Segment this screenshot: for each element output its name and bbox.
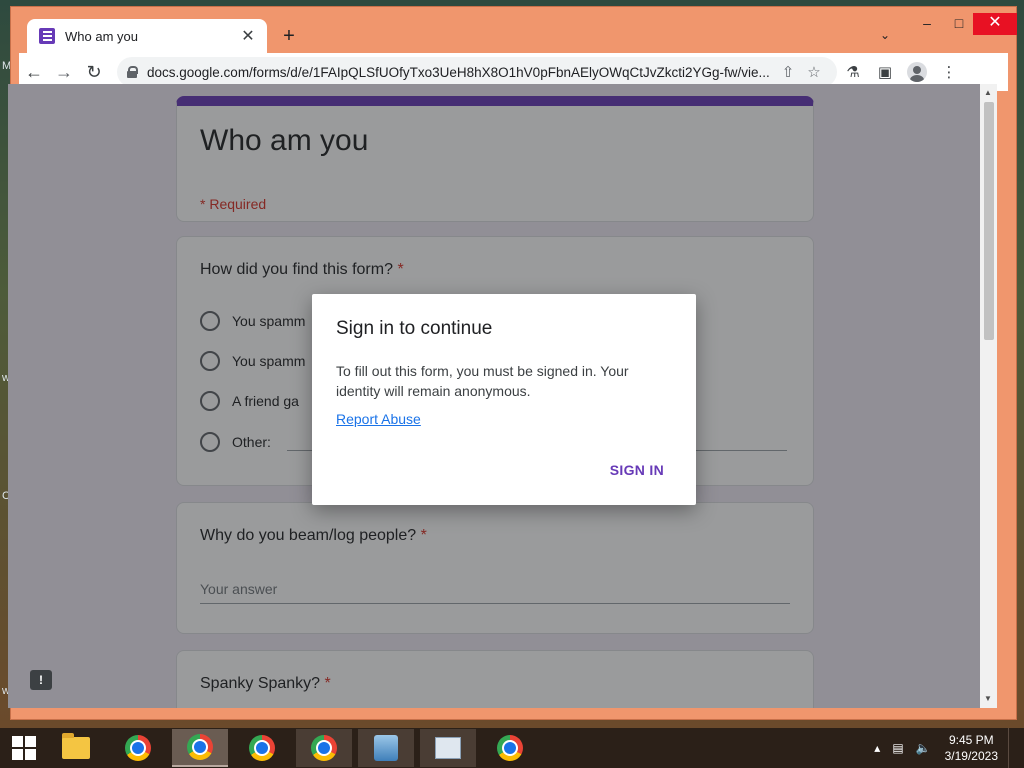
lock-icon[interactable] [127, 66, 138, 78]
network-icon[interactable]: ▤ [892, 741, 903, 755]
volume-icon[interactable]: 🔈 [916, 741, 931, 755]
tab-who-am-you[interactable]: Who am you ✕ [27, 19, 267, 53]
reload-button[interactable]: ↻ [79, 62, 109, 83]
chrome-profile-icon [497, 735, 523, 761]
share-icon[interactable]: ⇧ [775, 63, 801, 81]
show-desktop-button[interactable] [1008, 728, 1024, 768]
chrome-icon [311, 735, 337, 761]
profile-avatar-icon[interactable] [907, 62, 927, 82]
taskbar-chrome-pinned[interactable] [296, 729, 352, 767]
taskbar-chrome-profile[interactable] [234, 729, 290, 767]
close-window-button[interactable]: ✕ [973, 13, 1017, 35]
taskbar-system-app[interactable] [358, 729, 414, 767]
back-button[interactable]: ← [19, 62, 49, 83]
report-abuse-link[interactable]: Report Abuse [336, 411, 421, 427]
feedback-icon[interactable]: ! [30, 670, 52, 690]
menu-kebab-icon[interactable]: ⋮ [933, 63, 965, 81]
calendar-clock-icon [435, 737, 461, 759]
dialog-title: Sign in to continue [336, 318, 493, 339]
taskbar-chrome-profile[interactable] [482, 729, 538, 767]
tray-chevron-up-icon[interactable]: ▴ [874, 741, 880, 755]
scroll-up-arrow-icon[interactable]: ▲ [984, 88, 992, 97]
windows-logo-icon [12, 736, 36, 760]
tab-strip: Who am you ✕ + ⌄ – □ ✕ [11, 7, 1017, 53]
tab-close-icon[interactable]: ✕ [239, 26, 257, 46]
folder-icon [62, 733, 90, 759]
taskbar-scheduler[interactable] [420, 729, 476, 767]
scroll-thumb[interactable] [984, 102, 994, 340]
maximize-button[interactable]: □ [943, 13, 975, 35]
minimize-button[interactable]: – [911, 13, 943, 35]
dialog-body: To fill out this form, you must be signe… [336, 363, 629, 399]
google-forms-icon [39, 28, 55, 44]
system-app-icon [374, 735, 398, 761]
url-text[interactable]: docs.google.com/forms/d/e/1FAIpQLSfUOfyT… [147, 65, 775, 80]
start-button[interactable] [0, 728, 48, 768]
sign-in-dialog: Sign in to continue To fill out this for… [312, 294, 696, 505]
sign-in-button[interactable]: SIGN IN [610, 462, 664, 478]
tab-search-icon[interactable]: ⌄ [875, 25, 895, 45]
clock[interactable]: 9:45 PM 3/19/2023 [945, 732, 998, 764]
new-tab-button[interactable]: + [277, 24, 301, 48]
taskbar-file-explorer[interactable] [48, 729, 104, 767]
forward-button[interactable]: → [49, 62, 79, 83]
taskbar: ▴ ▤ 🔈 9:45 PM 3/19/2023 [0, 728, 1024, 768]
clock-time: 9:45 PM [948, 733, 994, 747]
system-tray: ▴ ▤ 🔈 9:45 PM 3/19/2023 [868, 728, 1024, 768]
vertical-scrollbar[interactable]: ▲ ▼ [980, 84, 997, 708]
address-bar[interactable]: docs.google.com/forms/d/e/1FAIpQLSfUOfyT… [117, 57, 837, 87]
taskbar-chrome[interactable] [110, 729, 166, 767]
bookmark-star-icon[interactable]: ☆ [801, 63, 827, 81]
taskbar-chrome-profile-active[interactable] [172, 729, 228, 767]
chrome-profile-icon [187, 734, 213, 760]
labs-flask-icon[interactable]: ⚗ [837, 63, 869, 81]
tab-title: Who am you [65, 28, 138, 44]
scroll-down-arrow-icon[interactable]: ▼ [984, 694, 992, 703]
chrome-icon [125, 735, 151, 761]
side-panel-icon[interactable]: ▣ [869, 63, 901, 81]
chrome-profile-icon [249, 735, 275, 761]
clock-date: 3/19/2023 [944, 749, 998, 763]
